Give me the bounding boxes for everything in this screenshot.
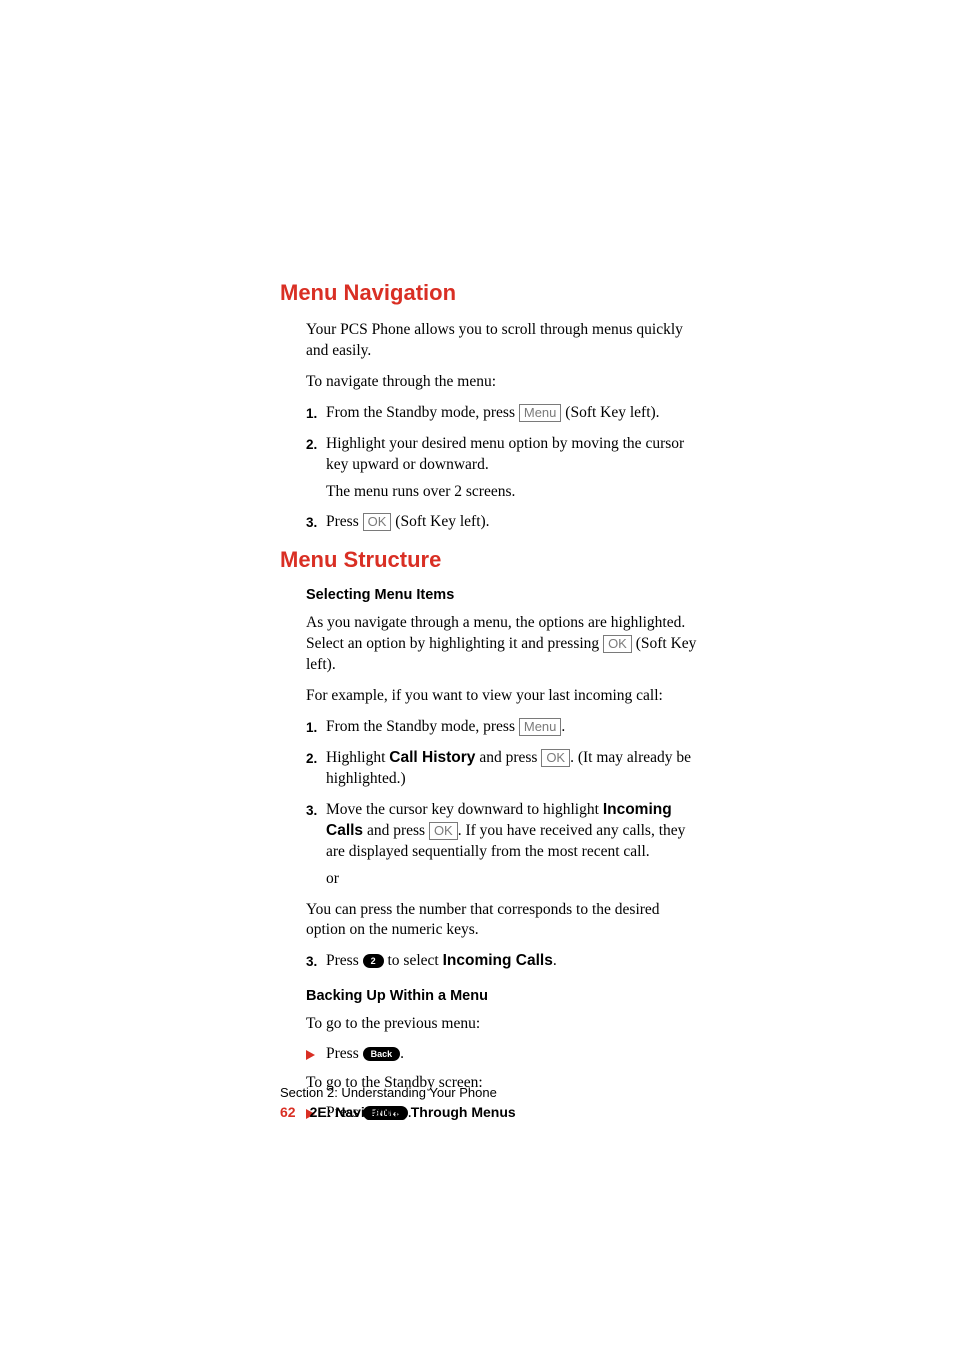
- ok-key-icon: OK: [429, 822, 458, 840]
- text: Move the cursor key downward to highligh…: [326, 801, 603, 818]
- step-number: 3.: [306, 802, 317, 820]
- menu-navigation-body: Your PCS Phone allows you to scroll thro…: [306, 320, 700, 533]
- text: Highlight your desired menu option by mo…: [326, 435, 684, 473]
- nav-step-2: 2. Highlight your desired menu option by…: [306, 434, 700, 503]
- backing-prev-bullet: Press Back.: [306, 1045, 700, 1063]
- text: (Soft Key left).: [391, 513, 489, 530]
- step-number: 3.: [306, 953, 317, 971]
- bold-call-history: Call History: [389, 749, 475, 766]
- text: (Soft Key left).: [561, 404, 659, 421]
- page-title: 2E: Navigating Through Menus: [310, 1104, 516, 1120]
- menu-key-icon: Menu: [519, 404, 562, 422]
- structure-example-lead: For example, if you want to view your la…: [306, 686, 700, 707]
- nav-intro: Your PCS Phone allows you to scroll thro…: [306, 320, 700, 362]
- menu-key-icon: Menu: [519, 718, 562, 736]
- nav-lead: To navigate through the menu:: [306, 372, 700, 393]
- alt-para: You can press the number that correspond…: [306, 900, 700, 942]
- nav-step-2-sub: The menu runs over 2 screens.: [326, 482, 700, 503]
- text: Highlight: [326, 749, 389, 766]
- text: .: [561, 718, 565, 735]
- page-number: 62: [280, 1104, 296, 1120]
- step-number: 1.: [306, 405, 317, 423]
- text: From the Standby mode, press: [326, 718, 519, 735]
- footer-page: 62 2E: Navigating Through Menus: [280, 1104, 516, 1120]
- ok-key-icon: OK: [603, 635, 632, 653]
- nav-step-3: 3. Press OK (Soft Key left).: [306, 512, 700, 533]
- nav-steps: 1. From the Standby mode, press Menu (So…: [306, 403, 700, 534]
- heading-menu-structure: Menu Structure: [280, 547, 700, 573]
- text: Press: [326, 1045, 363, 1062]
- heading-menu-navigation: Menu Navigation: [280, 280, 700, 306]
- alt-steps: 3. Press 2 to select Incoming Calls.: [306, 951, 700, 972]
- structure-step-1: 1. From the Standby mode, press Menu.: [306, 717, 700, 738]
- text: and press: [475, 749, 541, 766]
- alt-step-3: 3. Press 2 to select Incoming Calls.: [306, 951, 700, 972]
- text: to select: [384, 952, 443, 969]
- triangle-bullet-icon: [306, 1050, 315, 1060]
- page-content: Menu Navigation Your PCS Phone allows yo…: [280, 280, 700, 1132]
- text: Press: [326, 952, 363, 969]
- structure-intro: As you navigate through a menu, the opti…: [306, 613, 700, 676]
- ok-key-icon: OK: [363, 513, 392, 531]
- nav-step-1: 1. From the Standby mode, press Menu (So…: [306, 403, 700, 424]
- back-key-icon: Back: [363, 1047, 401, 1061]
- step-number: 3.: [306, 514, 317, 532]
- text: Press: [326, 513, 363, 530]
- text: .: [400, 1045, 404, 1062]
- text: and press: [363, 822, 429, 839]
- text: .: [553, 952, 557, 969]
- subheading-backing-up: Backing Up Within a Menu: [306, 988, 700, 1004]
- backing-prev-lead: To go to the previous menu:: [306, 1014, 700, 1035]
- structure-step-2: 2. Highlight Call History and press OK. …: [306, 748, 700, 790]
- structure-steps: 1. From the Standby mode, press Menu. 2.…: [306, 717, 700, 889]
- step-number: 2.: [306, 750, 317, 768]
- keypad-2-icon: 2: [363, 954, 384, 968]
- page-footer: Section 2: Understanding Your Phone 62 2E…: [280, 1085, 516, 1120]
- menu-structure-body: Selecting Menu Items As you navigate thr…: [306, 587, 700, 1122]
- step-number: 2.: [306, 436, 317, 454]
- footer-section: Section 2: Understanding Your Phone: [280, 1085, 516, 1100]
- structure-step-3: 3. Move the cursor key downward to highl…: [306, 800, 700, 890]
- bold-incoming-calls: Incoming Calls: [443, 952, 553, 969]
- subheading-selecting: Selecting Menu Items: [306, 587, 700, 603]
- ok-key-icon: OK: [541, 749, 570, 767]
- or-text: or: [326, 869, 700, 890]
- step-number: 1.: [306, 719, 317, 737]
- text: From the Standby mode, press: [326, 404, 519, 421]
